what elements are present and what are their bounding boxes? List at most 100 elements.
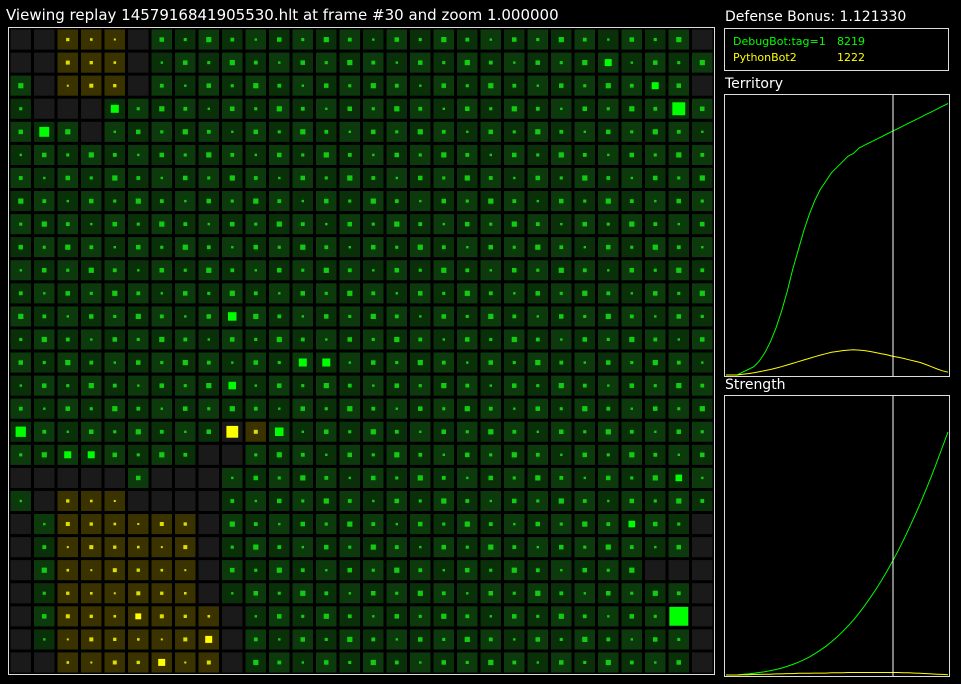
board-piece [230,499,235,503]
board-piece [418,175,423,181]
board-piece [159,221,165,227]
board-piece [489,269,492,272]
board-cell [10,629,31,650]
board-piece [559,429,564,434]
board-piece [652,129,658,135]
board-piece [323,37,329,43]
board-piece [136,453,140,457]
board-piece [512,361,516,365]
board-piece [653,60,658,65]
board-piece [278,292,281,295]
board-piece [629,221,635,227]
board-piece [277,545,282,549]
board-piece [324,61,328,65]
board-piece [582,636,588,642]
board-piece [465,268,470,273]
territory-plot[interactable] [724,94,950,377]
board-piece [301,153,305,157]
board-cell [10,514,31,535]
board-piece [41,221,47,227]
board-piece [324,83,329,88]
board-piece [395,407,398,410]
board-piece [89,198,94,204]
board-piece [113,430,117,434]
board-piece [230,221,235,227]
board-piece [371,360,376,365]
board-piece [677,61,681,65]
board-piece [372,269,375,272]
board-piece [253,291,258,296]
board-piece [606,522,611,526]
board-piece [66,568,70,572]
board-piece [559,660,564,665]
board-piece [513,61,516,64]
board-piece [394,567,400,573]
game-board[interactable] [8,27,715,675]
board-piece [160,591,164,595]
board-piece [254,453,258,457]
board-piece [511,221,517,227]
strength-chart [726,396,949,676]
board-piece [183,60,188,65]
board-cell [10,537,31,558]
board-piece [653,406,658,411]
board-piece [489,107,493,111]
board-cell [692,29,713,50]
board-piece [207,222,210,226]
board-piece [159,336,165,343]
board-piece [669,606,689,626]
board-piece [89,314,94,319]
board-piece [629,452,635,458]
board-cell [151,490,172,511]
board-piece [535,60,540,65]
board-piece [112,268,117,273]
board-piece [536,153,540,157]
board-piece [347,636,353,642]
board-piece [536,268,540,272]
board-piece [371,475,376,481]
board-piece [42,545,47,549]
board-piece [488,244,493,250]
board-piece [325,222,328,226]
board-piece [489,153,492,157]
board-piece [630,130,634,134]
board-piece [89,176,93,180]
board-piece [160,638,163,641]
board-piece [700,430,704,434]
board-piece [606,291,611,296]
board-piece [582,153,587,157]
board-piece [464,636,470,642]
board-cell [34,98,55,119]
board-piece [371,129,376,135]
board-piece [136,660,140,665]
board-piece [395,591,399,595]
board-piece [160,245,164,249]
board-piece [347,221,352,227]
board-piece [65,129,71,135]
board-piece [159,37,164,42]
board-piece [65,406,70,411]
board-piece [535,337,540,342]
board-piece [394,429,399,434]
board-piece [653,106,658,111]
board-piece [371,591,376,596]
board-cell [34,75,55,96]
board-piece [489,384,492,387]
board-piece [184,661,187,664]
board-piece [66,199,69,203]
series-line-1 [726,431,949,676]
board-piece [394,498,399,504]
board-piece [535,521,540,527]
board-piece [629,336,635,343]
board-piece [511,567,517,573]
board-piece [513,176,516,180]
strength-plot[interactable] [724,395,950,677]
board-piece [558,267,564,273]
board-piece [372,153,375,157]
board-piece [182,244,188,250]
board-piece [113,130,116,133]
board-piece [137,638,140,641]
board-piece [112,406,118,412]
board-piece [90,661,93,664]
board-piece [65,60,70,65]
